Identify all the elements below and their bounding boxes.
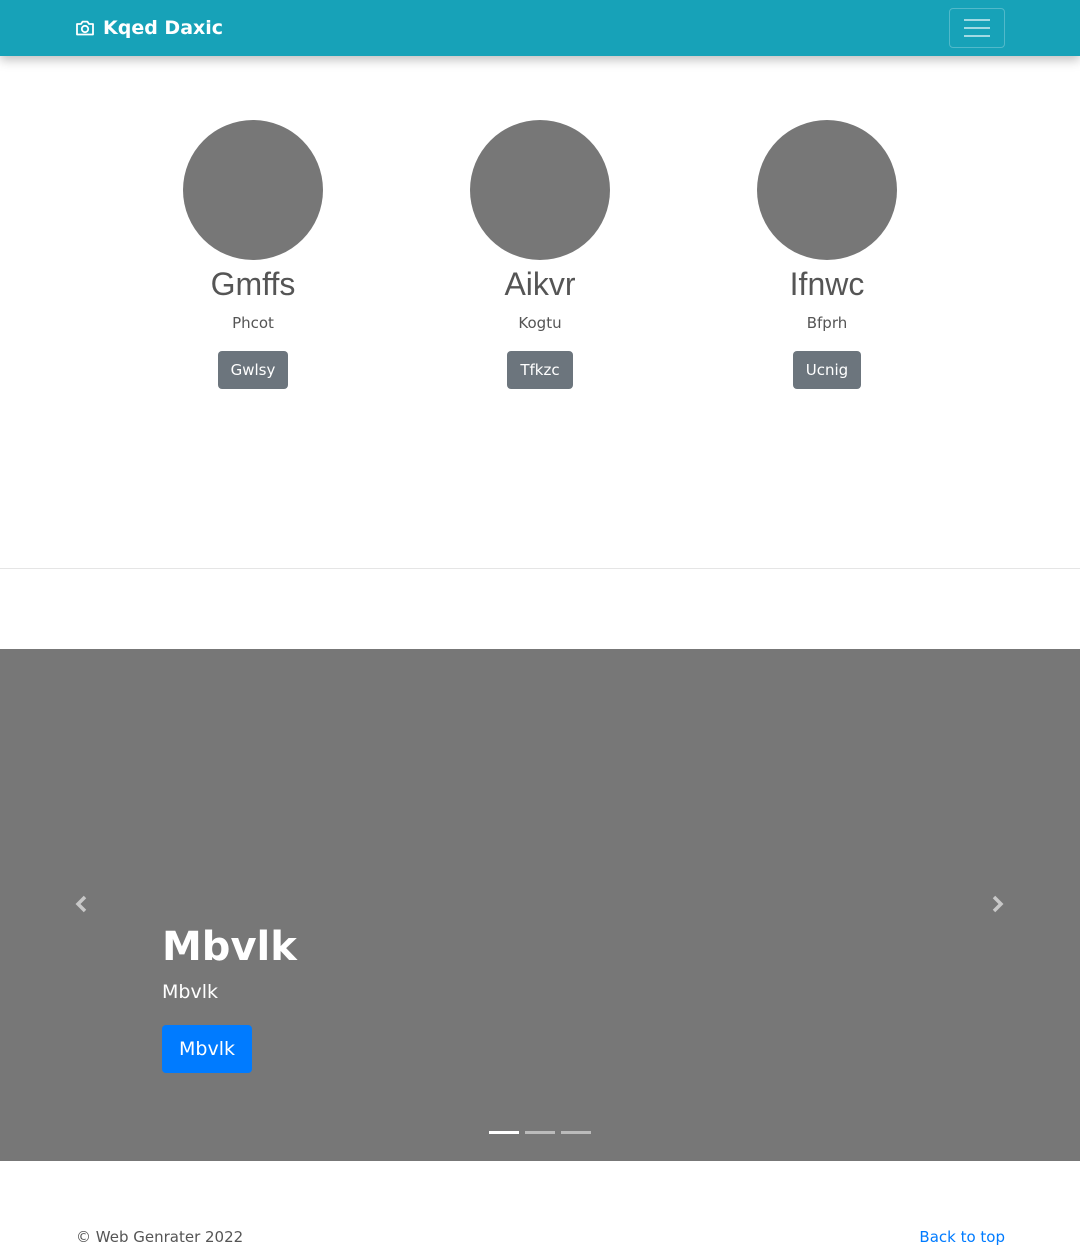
brand-link[interactable]: Kqed Daxic	[75, 0, 223, 56]
chevron-left-icon	[74, 894, 88, 918]
avatar	[183, 120, 323, 260]
chevron-right-icon	[991, 894, 1005, 918]
footer-copyright: © Web Genrater 2022	[76, 1228, 244, 1246]
team-member: Aikvr Kogtu Tfkzc	[420, 120, 660, 389]
team-member: Ifnwc Bfprh Ucnig	[707, 120, 947, 389]
carousel-indicators	[489, 1131, 591, 1134]
carousel-caption: Mbvlk Mbvlk Mbvlk	[162, 921, 297, 1073]
section-divider	[0, 568, 1080, 569]
navbar-toggler-button[interactable]	[949, 8, 1005, 48]
carousel-cta-button[interactable]: Mbvlk	[162, 1025, 252, 1073]
member-name: Aikvr	[504, 266, 576, 302]
member-button[interactable]: Ucnig	[792, 351, 862, 389]
member-subtitle: Phcot	[232, 314, 274, 332]
member-subtitle: Kogtu	[518, 314, 562, 332]
camera-icon	[75, 19, 95, 37]
brand-title: Kqed Daxic	[103, 17, 224, 39]
avatar	[470, 120, 610, 260]
member-button[interactable]: Gwlsy	[217, 351, 289, 389]
carousel: Mbvlk Mbvlk Mbvlk	[0, 649, 1080, 1161]
member-name: Gmffs	[210, 266, 296, 302]
member-subtitle: Bfprh	[806, 314, 848, 332]
avatar	[757, 120, 897, 260]
carousel-next-button[interactable]	[984, 892, 1012, 920]
member-button[interactable]: Tfkzc	[507, 351, 573, 389]
member-name: Ifnwc	[789, 266, 865, 302]
carousel-indicator-1[interactable]	[489, 1131, 519, 1134]
navbar: Kqed Daxic	[0, 0, 1080, 56]
carousel-indicator-2[interactable]	[525, 1131, 555, 1134]
carousel-subtitle: Mbvlk	[162, 981, 218, 1003]
hamburger-menu-icon	[963, 17, 991, 39]
back-to-top-link[interactable]: Back to top	[919, 1227, 1005, 1247]
carousel-indicator-3[interactable]	[561, 1131, 591, 1134]
team-member: Gmffs Phcot Gwlsy	[133, 120, 373, 389]
carousel-title: Mbvlk	[162, 924, 297, 970]
carousel-prev-button[interactable]	[67, 892, 95, 920]
